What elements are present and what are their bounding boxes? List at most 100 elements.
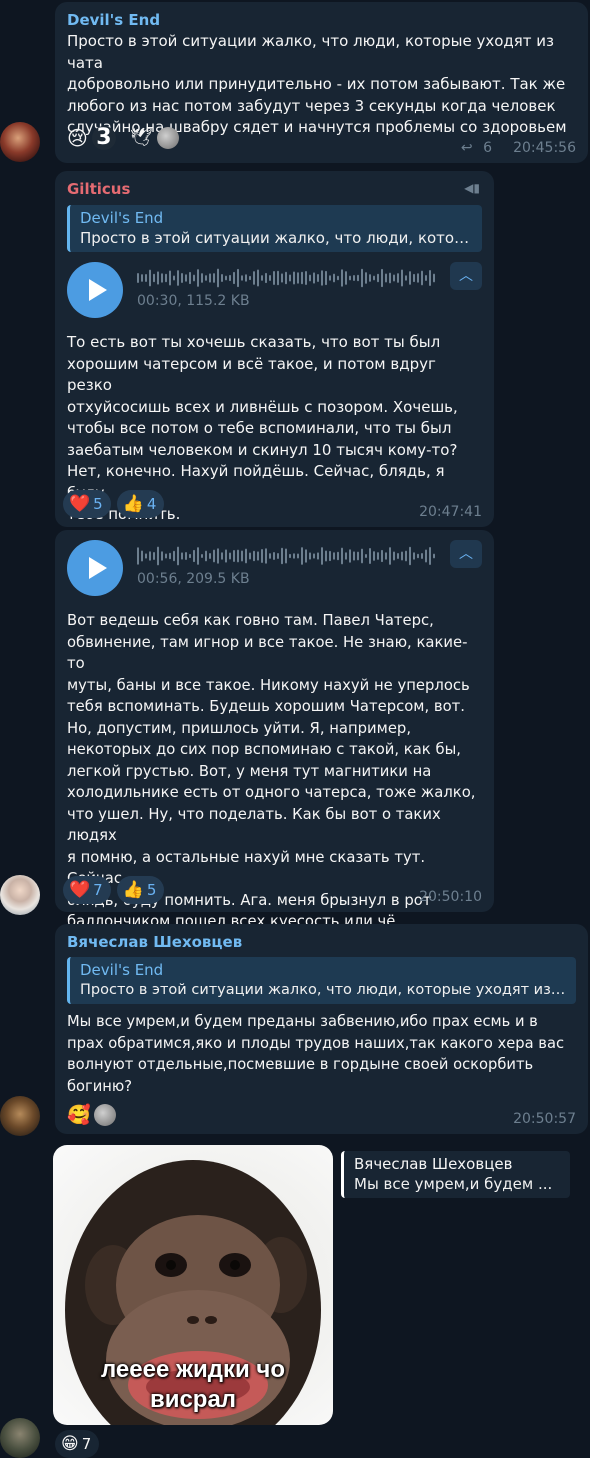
reply-quote[interactable]: Devil's End Просто в этой ситуации жалко…	[67, 957, 576, 1004]
reaction-heart[interactable]: ❤️ 5	[63, 490, 111, 518]
waveform-bar	[401, 269, 403, 287]
waveform-bar	[245, 548, 247, 564]
collapse-button[interactable]: ︿	[450, 262, 482, 290]
reaction-heart[interactable]: ❤️ 7	[63, 876, 111, 904]
waveform-bar	[221, 273, 223, 283]
message-bubble-gilticus-2[interactable]: 00:56, 209.5 KB ︿ Вот ведешь себя как го…	[55, 530, 494, 930]
waveform-bar	[301, 271, 303, 285]
waveform-bar	[381, 268, 383, 288]
waveform-bar	[365, 553, 367, 559]
waveform-bar	[309, 552, 311, 560]
waveform-bar	[241, 275, 243, 281]
message-bubble-vyacheslav[interactable]: Вячеслав Шеховцев Devil's End Просто в э…	[55, 924, 588, 1134]
waveform-bar	[269, 274, 271, 282]
waveform-bar	[393, 551, 395, 561]
reply-arrow-icon: ↩	[460, 140, 473, 156]
message-bubble-gilticus[interactable]: Gilticus ◀▮ Devil's End Просто в этой си…	[55, 171, 494, 527]
waveform-bar	[169, 552, 171, 560]
voice-waveform[interactable]	[137, 266, 437, 290]
reactions-row: ❤️ 5 👍 4	[63, 490, 165, 518]
collapse-button[interactable]: ︿	[450, 540, 482, 568]
waveform-bar	[317, 274, 319, 282]
sender-name[interactable]: Gilticus	[67, 179, 482, 199]
sticker-image[interactable]: лееее жидки чо висрал	[53, 1145, 333, 1425]
waveform-bar	[173, 275, 175, 281]
voice-info: 00:56, 209.5 KB	[137, 571, 250, 587]
avatar-sticker-sender[interactable]	[0, 1418, 40, 1458]
waveform-bar	[181, 272, 183, 284]
replies-counter[interactable]: ↩ 6	[461, 140, 492, 156]
waveform-bar	[405, 550, 407, 562]
waveform-bar	[221, 552, 223, 560]
waveform-bar	[305, 271, 307, 285]
waveform-bar	[373, 275, 375, 281]
waveform-bar	[209, 273, 211, 283]
reply-author: Devil's End	[80, 209, 164, 227]
play-button[interactable]	[67, 262, 123, 318]
waveform-bar	[277, 270, 279, 286]
reply-snippet: Просто в этой ситуации жалко, что люди, …	[80, 982, 568, 998]
message-bubble-devils-end[interactable]: Devil's End Просто в этой ситуации жалко…	[55, 2, 588, 163]
play-button[interactable]	[67, 540, 123, 596]
reactions-row: 😢 3 🕊	[67, 126, 179, 150]
reaction-thumbs-up[interactable]: 👍 5	[116, 876, 165, 904]
waveform-bar	[165, 273, 167, 283]
waveform-bar	[161, 551, 163, 561]
message-time: 20:45:56	[513, 140, 576, 156]
waveform-bar	[253, 271, 255, 285]
waveform-bar	[397, 553, 399, 559]
waveform-bar	[281, 273, 283, 283]
reply-snippet: Просто в этой ситуации жалко, что люди, …	[80, 229, 474, 247]
heart-icon: ❤️	[69, 494, 91, 514]
replies-count: 6	[483, 140, 492, 156]
crying-face-icon[interactable]: 😢	[67, 128, 88, 148]
waveform-bar	[401, 551, 403, 561]
waveform-bar	[225, 549, 227, 563]
waveform-bar	[345, 552, 347, 560]
sender-name[interactable]: Вячеслав Шеховцев	[67, 932, 576, 952]
waveform-bar	[241, 550, 243, 562]
grey-blob-sticker-icon[interactable]	[156, 127, 179, 149]
smiling-face-with-hearts-icon[interactable]: 🥰	[67, 1105, 91, 1125]
waveform-bar	[377, 552, 379, 560]
waveform-bar	[333, 273, 335, 283]
waveform-bar	[333, 552, 335, 560]
sticker-reply-quote[interactable]: Вячеслав Шеховцев Мы все умрем,и будем .…	[341, 1151, 570, 1198]
voice-sent-icon: ◀▮	[464, 181, 480, 195]
grinning-face-icon: 😁	[61, 1434, 79, 1454]
dove-sticker-icon[interactable]: 🕊	[130, 128, 153, 148]
reaction-count: 4	[146, 495, 157, 513]
waveform-bar	[337, 275, 339, 281]
message-time: 20:50:57	[513, 1111, 576, 1127]
waveform-bar	[297, 272, 299, 284]
waveform-bar	[421, 552, 423, 560]
waveform-bar	[261, 275, 263, 281]
waveform-bar	[265, 548, 267, 564]
waveform-bar	[389, 547, 391, 565]
waveform-bar	[185, 274, 187, 282]
sender-name[interactable]: Devil's End	[67, 10, 576, 30]
waveform-bar	[189, 271, 191, 285]
waveform-bar	[309, 274, 311, 282]
waveform-bar	[153, 273, 155, 283]
message-time: 20:50:10	[419, 889, 482, 905]
voice-message: 00:30, 115.2 KB ︿	[67, 260, 482, 320]
waveform-bar	[297, 553, 299, 559]
reaction-thumbs-up[interactable]: 👍 4	[116, 490, 165, 518]
reaction-grinning[interactable]: 😁 7	[55, 1430, 100, 1458]
waveform-bar	[393, 274, 395, 282]
avatar-gilticus[interactable]	[0, 875, 40, 915]
avatar-devils-end[interactable]	[0, 122, 40, 162]
waveform-bar	[353, 551, 355, 561]
waveform-bar	[237, 549, 239, 563]
waveform-bar	[405, 275, 407, 281]
waveform-bar	[341, 547, 343, 565]
voice-waveform[interactable]	[137, 544, 437, 568]
waveform-bar	[421, 270, 423, 286]
waveform-bar	[197, 547, 199, 565]
number-three-sticker-icon[interactable]: 3	[91, 126, 116, 150]
reply-quote[interactable]: Devil's End Просто в этой ситуации жалко…	[67, 205, 482, 252]
grey-blob-sticker-icon[interactable]	[93, 1104, 116, 1126]
avatar-vyacheslav[interactable]	[0, 1096, 40, 1136]
waveform-bar	[325, 270, 327, 286]
